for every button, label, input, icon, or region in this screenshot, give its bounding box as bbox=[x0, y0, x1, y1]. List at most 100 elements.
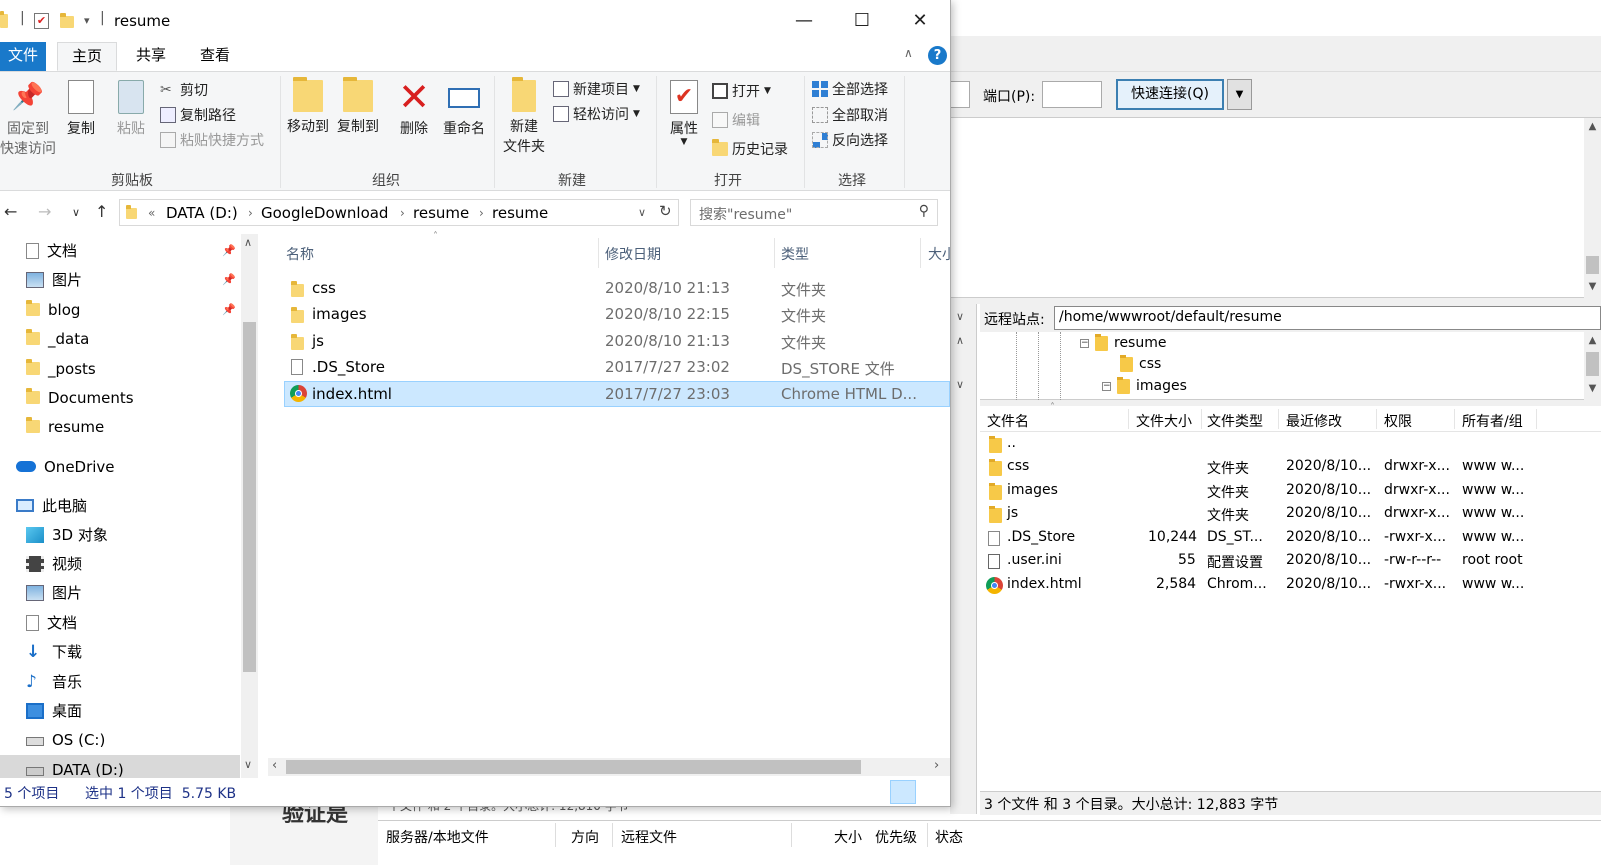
scroll-down-icon[interactable]: ∨ bbox=[956, 378, 964, 391]
chevron-down-icon[interactable]: ∨ bbox=[638, 206, 646, 219]
delete-button[interactable]: ✕ 删除 bbox=[392, 78, 436, 138]
scroll-down-icon[interactable]: ▼ bbox=[1584, 278, 1601, 295]
col-header-type[interactable]: 类型 bbox=[781, 244, 809, 264]
pin-icon[interactable]: 📌 bbox=[222, 244, 236, 257]
easy-access-button[interactable]: 轻松访问 ▼ bbox=[553, 104, 640, 124]
nav-item-drive-d[interactable]: DATA (D:) bbox=[0, 755, 240, 778]
pin-icon[interactable]: 📌 bbox=[222, 303, 236, 316]
title-bar[interactable]: | ✔ ▾ | resume — ☐ ✕ bbox=[0, 0, 950, 42]
queue-col-priority[interactable]: 优先级 bbox=[875, 827, 917, 847]
scroll-up-icon[interactable]: ∧ bbox=[244, 236, 252, 249]
paste-button[interactable]: 粘贴 bbox=[110, 80, 152, 138]
nav-item-data-folder[interactable]: _data bbox=[0, 324, 240, 353]
nav-item-downloads[interactable]: ↓ 下载 bbox=[0, 637, 240, 666]
move-to-button[interactable]: 移动到 bbox=[284, 77, 332, 136]
horizontal-scrollbar[interactable]: ‹ › bbox=[268, 758, 950, 776]
tree-node-resume[interactable]: − resume bbox=[1080, 333, 1166, 351]
open-button[interactable]: 打开 ▼ bbox=[712, 81, 771, 101]
copy-to-button[interactable]: 复制到 bbox=[334, 77, 382, 136]
log-scrollbar[interactable]: ▲ ▼ bbox=[1584, 118, 1601, 298]
col-header-size[interactable]: 文件大小 bbox=[1136, 411, 1192, 431]
scroll-down-icon[interactable]: ▼ bbox=[1584, 380, 1601, 397]
search-input[interactable]: 搜索"resume" ⚲ bbox=[690, 199, 938, 226]
tree-node-images[interactable]: − images bbox=[1102, 376, 1187, 394]
col-header-date[interactable]: 修改日期 bbox=[605, 244, 661, 264]
select-all-button[interactable]: 全部选择 bbox=[812, 79, 888, 99]
edit-button[interactable]: 编辑 bbox=[712, 110, 760, 130]
col-header-size[interactable]: 大小 bbox=[928, 244, 950, 264]
collapse-icon[interactable]: − bbox=[1102, 381, 1111, 391]
copy-button[interactable]: 复制 bbox=[60, 80, 102, 138]
queue-col-remote[interactable]: 远程文件 bbox=[621, 827, 677, 847]
close-button[interactable]: ✕ bbox=[891, 0, 949, 42]
col-header-modified[interactable]: 最近修改 bbox=[1286, 411, 1342, 431]
file-row[interactable]: css 2020/8/10 21:13 文件夹 bbox=[284, 276, 950, 302]
chevron-right-icon[interactable]: › bbox=[248, 206, 253, 220]
chevron-right-icon[interactable]: › bbox=[479, 206, 484, 220]
nav-scroll-thumb[interactable] bbox=[243, 322, 256, 672]
back-arrow-icon[interactable]: ← bbox=[4, 202, 17, 221]
column-divider[interactable] bbox=[1128, 409, 1129, 429]
details-view-icon[interactable] bbox=[890, 780, 916, 804]
remote-file-row[interactable]: css 文件夹 2020/8/10... drwxr-x... www w... bbox=[980, 456, 1601, 479]
collapse-icon[interactable]: − bbox=[1080, 338, 1089, 348]
help-icon[interactable]: ? bbox=[928, 46, 947, 65]
file-row[interactable]: images 2020/8/10 22:15 文件夹 bbox=[284, 302, 950, 328]
history-button[interactable]: 历史记录 bbox=[712, 139, 788, 159]
properties-button[interactable]: ✔ 属性 ▼ bbox=[662, 80, 706, 147]
log-scroll-thumb[interactable] bbox=[1586, 256, 1599, 274]
nav-item-posts[interactable]: _posts bbox=[0, 354, 240, 383]
column-divider[interactable] bbox=[1454, 409, 1455, 429]
cut-button[interactable]: ✂ 剪切 bbox=[160, 80, 208, 100]
breadcrumb-item[interactable]: GoogleDownload bbox=[261, 204, 388, 222]
breadcrumb-item[interactable]: resume bbox=[413, 204, 469, 222]
pin-to-quick-access-button[interactable]: 📌 固定到 快速访问 bbox=[0, 80, 56, 158]
queue-col-size[interactable]: 大小 bbox=[834, 827, 862, 847]
rename-button[interactable]: 重命名 bbox=[440, 80, 488, 138]
collapse-ribbon-icon[interactable]: ∧ bbox=[904, 46, 913, 60]
quickconnect-button[interactable]: 快速连接(Q) bbox=[1116, 79, 1224, 110]
search-icon[interactable]: ⚲ bbox=[919, 203, 929, 219]
remote-file-row[interactable]: .DS_Store 10,244 DS_ST... 2020/8/10... -… bbox=[980, 527, 1601, 550]
nav-item-desktop[interactable]: 桌面 bbox=[0, 696, 240, 725]
new-folder-quick-icon[interactable] bbox=[60, 13, 74, 28]
column-divider[interactable] bbox=[774, 238, 775, 268]
file-row[interactable]: .DS_Store 2017/7/27 23:02 DS_STORE 文件 bbox=[284, 355, 950, 381]
remote-file-row[interactable]: images 文件夹 2020/8/10... drwxr-x... www w… bbox=[980, 480, 1601, 503]
scroll-up-icon[interactable]: ▲ bbox=[1584, 118, 1601, 135]
maximize-button[interactable]: ☐ bbox=[833, 0, 891, 42]
nav-item-documents-pinned[interactable]: 文档 📌 bbox=[0, 236, 240, 265]
forward-arrow-icon[interactable]: → bbox=[38, 202, 51, 221]
col-header-owner[interactable]: 所有者/组 bbox=[1462, 411, 1523, 431]
port-input[interactable] bbox=[1042, 81, 1102, 108]
tab-share[interactable]: 共享 bbox=[122, 42, 180, 71]
column-divider[interactable] bbox=[612, 823, 613, 847]
column-divider[interactable] bbox=[1376, 409, 1377, 429]
tree-scrollbar[interactable]: ▲ ▼ bbox=[1584, 332, 1601, 400]
remote-file-row[interactable]: .. bbox=[980, 433, 1601, 456]
scroll-up-icon[interactable]: ∧ bbox=[956, 334, 964, 347]
column-divider[interactable] bbox=[1201, 409, 1202, 429]
tab-home[interactable]: 主页 bbox=[57, 42, 118, 71]
address-bar[interactable]: « DATA (D:) › GoogleDownload › resume › … bbox=[119, 199, 679, 226]
nav-item-documents-folder[interactable]: Documents bbox=[0, 383, 240, 412]
column-divider[interactable] bbox=[1536, 409, 1537, 429]
minimize-button[interactable]: — bbox=[775, 0, 833, 42]
remote-path-input[interactable]: /home/wwwroot/default/resume bbox=[1054, 306, 1601, 330]
new-item-button[interactable]: 新建项目 ▼ bbox=[553, 79, 640, 99]
remote-file-row[interactable]: index.html 2,584 Chrom... 2020/8/10... -… bbox=[980, 574, 1601, 597]
column-divider[interactable] bbox=[1278, 409, 1279, 429]
breadcrumb-item[interactable]: resume bbox=[492, 204, 548, 222]
column-divider[interactable] bbox=[555, 823, 556, 847]
column-divider[interactable] bbox=[598, 238, 599, 268]
refresh-icon[interactable]: ↻ bbox=[659, 202, 672, 220]
pin-icon[interactable]: 📌 bbox=[222, 273, 236, 286]
col-header-name[interactable]: 名称 bbox=[286, 244, 314, 264]
scroll-right-icon[interactable]: › bbox=[934, 758, 939, 773]
col-header-type[interactable]: 文件类型 bbox=[1207, 411, 1263, 431]
recent-locations-icon[interactable]: ∨ bbox=[72, 206, 80, 219]
properties-quick-icon[interactable]: ✔ bbox=[34, 13, 49, 29]
breadcrumb-item[interactable]: DATA (D:) bbox=[166, 204, 238, 222]
quickconnect-dropdown-button[interactable]: ▼ bbox=[1227, 79, 1252, 110]
tab-file[interactable]: 文件 bbox=[0, 42, 46, 71]
